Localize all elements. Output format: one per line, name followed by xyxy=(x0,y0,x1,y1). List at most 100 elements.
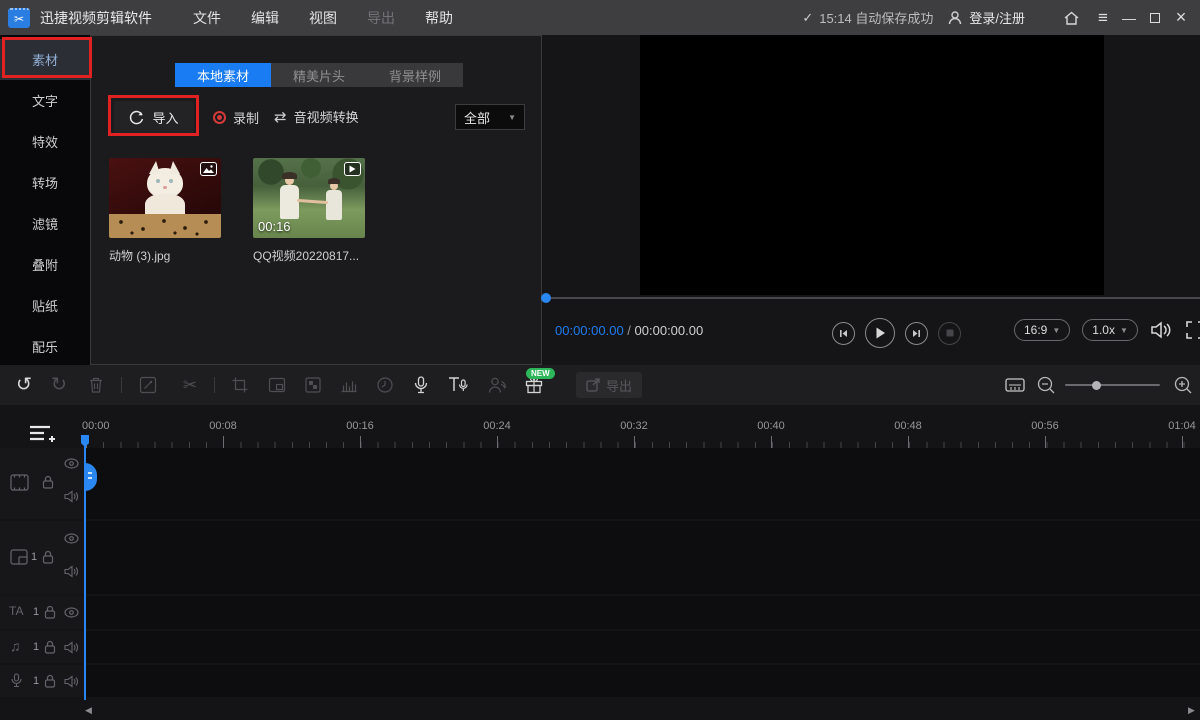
titlebar-right: ✓ 15:14 自动保存成功 登录/注册 ≡ — × xyxy=(802,7,1200,28)
tab-local-material[interactable]: 本地素材 xyxy=(175,63,271,87)
sidebar-item-music[interactable]: 配乐 xyxy=(0,326,90,367)
stop-button xyxy=(938,322,961,345)
mute-icon[interactable] xyxy=(64,675,79,688)
track-row-pip[interactable] xyxy=(85,521,1200,594)
sidebar-item-text[interactable]: 文字 xyxy=(0,80,90,121)
menu-file[interactable]: 文件 xyxy=(178,8,236,28)
ruler-label: 00:32 xyxy=(614,420,654,432)
track-header-pip[interactable]: 1 xyxy=(0,521,85,594)
track-row-video[interactable] xyxy=(85,448,1200,519)
redo-icon: ↻ xyxy=(51,376,67,395)
mute-icon[interactable] xyxy=(64,641,79,654)
zoom-slider-thumb[interactable] xyxy=(1092,381,1101,390)
media-item-image[interactable]: 动物 (3).jpg xyxy=(109,158,221,264)
fullscreen-icon[interactable] xyxy=(1186,321,1200,339)
menu-help[interactable]: 帮助 xyxy=(410,8,468,28)
import-icon xyxy=(129,110,144,125)
track-header-text[interactable]: TA 1 xyxy=(0,596,85,629)
track-row-voice[interactable] xyxy=(85,665,1200,697)
menu-edit[interactable]: 编辑 xyxy=(236,8,294,28)
timeline-panel: 00:00 00:08 00:16 00:24 00:32 00:40 00:4… xyxy=(0,405,1200,720)
media-item-name: QQ视频20220817... xyxy=(253,247,365,264)
autosave-status: 15:14 自动保存成功 xyxy=(819,8,933,27)
convert-icon: ⇄ xyxy=(274,108,287,126)
voice-track-icon xyxy=(11,673,22,688)
tab-intro-templates[interactable]: 精美片头 xyxy=(271,63,367,87)
lock-icon[interactable] xyxy=(44,605,56,619)
import-button[interactable]: 导入 xyxy=(114,101,194,133)
mute-icon[interactable] xyxy=(64,565,79,578)
zoom-out-icon[interactable] xyxy=(1037,376,1055,394)
aspect-ratio-dropdown[interactable]: 16:9▼ xyxy=(1014,319,1070,341)
sidebar-item-effects[interactable]: 特效 xyxy=(0,121,90,162)
undo-icon[interactable]: ↺ xyxy=(16,376,32,395)
visibility-icon[interactable] xyxy=(64,607,79,618)
autosave-check-icon: ✓ xyxy=(802,10,813,26)
pip-track-icon xyxy=(10,549,28,565)
fit-timeline-icon[interactable] xyxy=(1005,377,1025,393)
speed-dropdown[interactable]: 1.0x▼ xyxy=(1082,319,1138,341)
media-item-name: 动物 (3).jpg xyxy=(109,247,221,264)
gift-icon[interactable] xyxy=(525,377,543,394)
menu-export: 导出 xyxy=(352,8,410,28)
maximize-button[interactable] xyxy=(1142,10,1168,26)
seekbar-handle[interactable] xyxy=(541,293,551,303)
microphone-icon[interactable] xyxy=(414,376,428,394)
track-row-music[interactable] xyxy=(85,631,1200,663)
filter-dropdown[interactable]: 全部 ▼ xyxy=(455,104,525,130)
volume-icon[interactable] xyxy=(1150,320,1174,340)
toolbar-divider xyxy=(121,377,122,393)
media-item-video[interactable]: 00:16 QQ视频20220817... xyxy=(253,158,365,264)
mute-icon[interactable] xyxy=(64,490,79,503)
login-link[interactable]: 登录/注册 xyxy=(969,8,1025,27)
sidebar-item-stickers[interactable]: 贴纸 xyxy=(0,285,90,326)
minimize-button[interactable]: — xyxy=(1116,10,1142,26)
text-to-speech-icon[interactable] xyxy=(448,376,468,394)
main-menu-icon[interactable]: ≡ xyxy=(1090,8,1116,28)
preview-seekbar[interactable] xyxy=(542,297,1200,299)
pip-icon xyxy=(269,378,286,393)
video-track-icon xyxy=(10,474,29,491)
video-viewport[interactable] xyxy=(640,35,1104,295)
prev-frame-button[interactable] xyxy=(832,322,855,345)
edit-toolbar: ↺ ↻ ✂ xyxy=(0,365,1200,405)
image-thumbnail[interactable] xyxy=(109,158,221,238)
menu-view[interactable]: 视图 xyxy=(294,8,352,28)
sidebar-item-filters[interactable]: 滤镜 xyxy=(0,203,90,244)
export-button: 导出 xyxy=(576,372,642,398)
play-button[interactable] xyxy=(865,318,895,348)
ruler-label: 00:56 xyxy=(1025,420,1065,432)
app-window: ✂ 迅捷视频剪辑软件 文件 编辑 视图 导出 帮助 ✓ 15:14 自动保存成功… xyxy=(0,0,1200,720)
home-icon[interactable] xyxy=(1063,10,1080,26)
track-count: 1 xyxy=(33,641,39,653)
tab-background-samples[interactable]: 背景样例 xyxy=(367,63,463,87)
next-frame-button[interactable] xyxy=(905,322,928,345)
video-thumbnail[interactable]: 00:16 xyxy=(253,158,365,238)
track-header-music[interactable]: ♫ 1 xyxy=(0,631,85,663)
media-panel: 本地素材 精美片头 背景样例 导入 录制 ⇄ 音视频转换 全部 ▼ xyxy=(90,35,542,365)
sidebar-item-transitions[interactable]: 转场 xyxy=(0,162,90,203)
record-icon xyxy=(213,111,226,124)
lock-icon[interactable] xyxy=(42,550,54,564)
sidebar-item-material[interactable]: 素材 xyxy=(0,39,90,80)
sidebar-item-overlays[interactable]: 叠附 xyxy=(0,244,90,285)
sidebar: 素材 文字 特效 转场 滤镜 叠附 贴纸 配乐 xyxy=(0,35,90,365)
timeline-zoom-slider[interactable] xyxy=(1065,384,1160,386)
track-count: 1 xyxy=(33,675,39,687)
zoom-in-icon[interactable] xyxy=(1174,376,1192,394)
close-button[interactable]: × xyxy=(1168,7,1194,28)
timeline-ruler[interactable]: 00:00 00:08 00:16 00:24 00:32 00:40 00:4… xyxy=(0,420,1200,448)
lock-icon[interactable] xyxy=(42,475,54,489)
lock-icon[interactable] xyxy=(44,640,56,654)
convert-button[interactable]: ⇄ 音视频转换 xyxy=(274,107,359,126)
track-header-voice[interactable]: 1 xyxy=(0,665,85,697)
total-time: 00:00:00.00 xyxy=(635,323,704,338)
record-button[interactable]: 录制 xyxy=(213,108,259,127)
visibility-icon[interactable] xyxy=(64,533,79,544)
visibility-icon[interactable] xyxy=(64,458,79,469)
scroll-right-icon[interactable]: ▶ xyxy=(1188,705,1195,716)
track-row-text[interactable] xyxy=(85,596,1200,629)
lock-icon[interactable] xyxy=(44,674,56,688)
scroll-left-icon[interactable]: ◀ xyxy=(85,705,92,716)
track-header-video[interactable] xyxy=(0,448,85,519)
